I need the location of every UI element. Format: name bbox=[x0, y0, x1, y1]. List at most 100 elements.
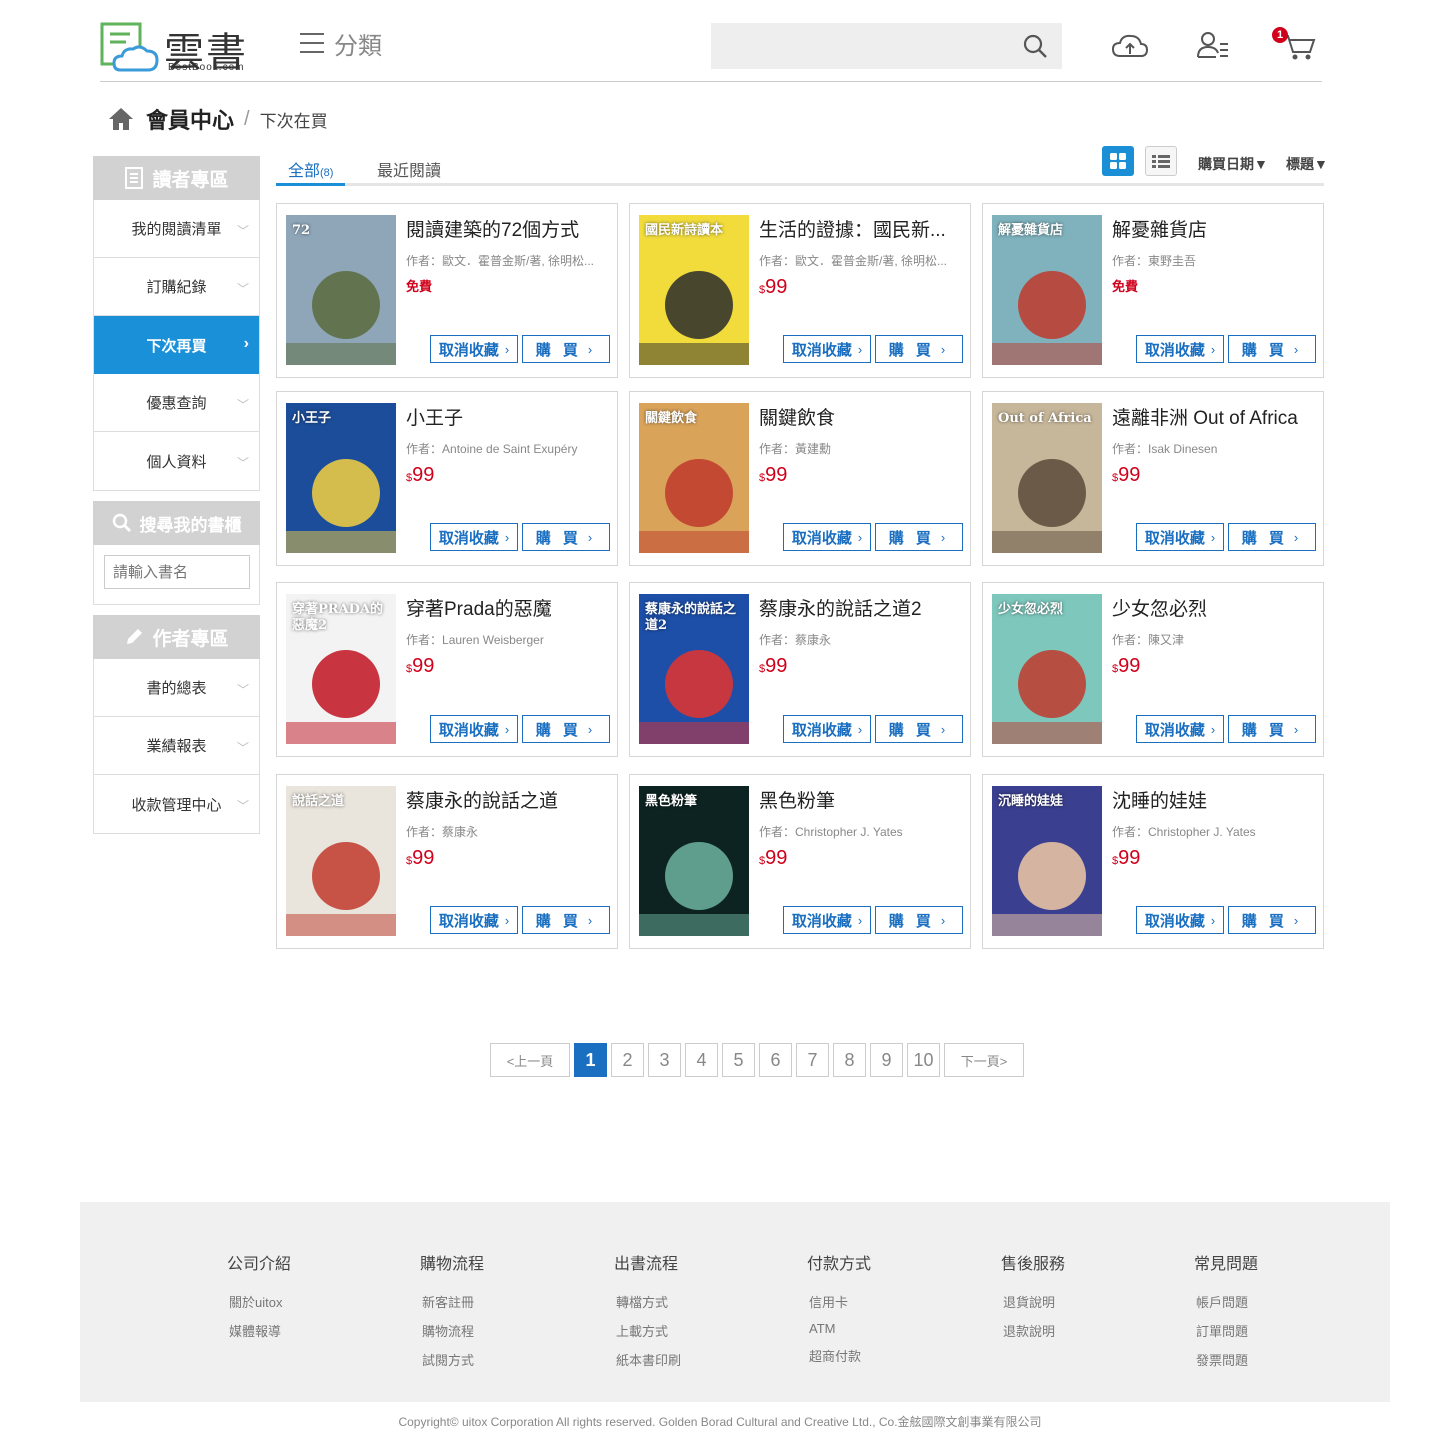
footer-link[interactable]: 發票問題 bbox=[1196, 1350, 1258, 1369]
search-icon[interactable] bbox=[1022, 33, 1048, 59]
buy-button[interactable]: 購 買 › bbox=[522, 715, 610, 743]
footer-link[interactable]: 信用卡 bbox=[809, 1292, 871, 1311]
book-title[interactable]: 沈睡的娃娃 bbox=[1112, 786, 1322, 813]
book-title[interactable]: 蔡康永的說話之道 bbox=[406, 786, 616, 813]
sidebar-item[interactable]: 訂購紀錄 ﹀ bbox=[94, 258, 259, 316]
sidebar-item[interactable]: 收款管理中心 ﹀ bbox=[94, 775, 259, 833]
site-logo[interactable]: 雲書 BestBook.com bbox=[100, 18, 260, 76]
footer-link[interactable]: 訂單問題 bbox=[1196, 1321, 1258, 1340]
page-number-button[interactable]: 7 bbox=[796, 1043, 829, 1077]
book-cover[interactable]: 關鍵飲食 bbox=[639, 403, 749, 553]
footer-link[interactable]: 新客註冊 bbox=[422, 1292, 484, 1311]
book-cover[interactable]: 沉睡的娃娃 bbox=[992, 786, 1102, 936]
book-cover[interactable]: 穿著PRADA的惡魔2 bbox=[286, 594, 396, 744]
sidebar-item[interactable]: 下次再買 › bbox=[94, 316, 259, 374]
sidebar-item[interactable]: 優惠查詢 ﹀ bbox=[94, 374, 259, 432]
sidebar-item[interactable]: 個人資料 ﹀ bbox=[94, 432, 259, 490]
buy-button[interactable]: 購 買 › bbox=[1228, 906, 1316, 934]
footer-link[interactable]: 退貨說明 bbox=[1003, 1292, 1065, 1311]
book-title[interactable]: 遠離非洲 Out of Africa bbox=[1112, 403, 1322, 430]
remove-favorite-button[interactable]: 取消收藏 › bbox=[783, 906, 871, 934]
remove-favorite-button[interactable]: 取消收藏 › bbox=[430, 906, 518, 934]
buy-button[interactable]: 購 買 › bbox=[1228, 523, 1316, 551]
footer-link[interactable]: 上載方式 bbox=[616, 1321, 681, 1340]
sidebar-item[interactable]: 書的總表 ﹀ bbox=[94, 659, 259, 717]
sidebar-item[interactable]: 我的閱讀清單 ﹀ bbox=[94, 200, 259, 258]
book-cover[interactable]: 72 bbox=[286, 215, 396, 365]
footer-link[interactable]: 退款說明 bbox=[1003, 1321, 1065, 1340]
cloud-upload-icon[interactable] bbox=[1110, 30, 1150, 62]
page-number-button[interactable]: 1 bbox=[574, 1043, 607, 1077]
book-cover[interactable]: 少女忽必烈 bbox=[992, 594, 1102, 744]
book-cover[interactable]: 黑色粉筆 bbox=[639, 786, 749, 936]
book-title[interactable]: 解憂雜貨店 bbox=[1112, 215, 1322, 242]
remove-favorite-button[interactable]: 取消收藏 › bbox=[1136, 906, 1224, 934]
buy-button[interactable]: 購 買 › bbox=[875, 335, 963, 363]
page-number-button[interactable]: 8 bbox=[833, 1043, 866, 1077]
book-cover[interactable]: 蔡康永的說話之道2 bbox=[639, 594, 749, 744]
remove-favorite-button[interactable]: 取消收藏 › bbox=[783, 523, 871, 551]
footer-link[interactable]: 購物流程 bbox=[422, 1321, 484, 1340]
cart-button[interactable]: 1 bbox=[1272, 27, 1320, 62]
remove-favorite-button[interactable]: 取消收藏 › bbox=[783, 715, 871, 743]
buy-button[interactable]: 購 買 › bbox=[875, 523, 963, 551]
footer-link[interactable]: 媒體報導 bbox=[229, 1321, 291, 1340]
book-cover[interactable]: 國民新詩讀本 bbox=[639, 215, 749, 365]
breadcrumb-member-center[interactable]: 會員中心 bbox=[146, 103, 234, 135]
remove-favorite-button[interactable]: 取消收藏 › bbox=[1136, 335, 1224, 363]
book-cover[interactable]: 說話之道 bbox=[286, 786, 396, 936]
book-title[interactable]: 穿著Prada的惡魔 bbox=[406, 594, 616, 621]
footer-link[interactable]: 超商付款 bbox=[809, 1346, 871, 1365]
shelf-search-input[interactable] bbox=[104, 555, 250, 589]
page-number-button[interactable]: 2 bbox=[611, 1043, 644, 1077]
footer-link[interactable]: 紙本書印刷 bbox=[616, 1350, 681, 1369]
book-title[interactable]: 關鍵飲食 bbox=[759, 403, 969, 430]
buy-button[interactable]: 購 買 › bbox=[522, 335, 610, 363]
tab-recent[interactable]: 最近閱讀 bbox=[377, 157, 441, 186]
book-title[interactable]: 閱讀建築的72個方式 bbox=[406, 215, 616, 242]
tab-all[interactable]: 全部(8) bbox=[276, 157, 346, 186]
sort-by-purchase-date[interactable]: 購買日期▼ bbox=[1198, 154, 1268, 174]
category-menu-button[interactable]: 分類 bbox=[300, 28, 382, 60]
footer-link[interactable]: 關於uitox bbox=[229, 1292, 291, 1311]
page-number-button[interactable]: 5 bbox=[722, 1043, 755, 1077]
next-page-button[interactable]: 下一頁> bbox=[944, 1043, 1024, 1077]
footer-link[interactable]: ATM bbox=[809, 1321, 871, 1336]
page-number-button[interactable]: 3 bbox=[648, 1043, 681, 1077]
sort-by-title[interactable]: 標題▼ bbox=[1286, 154, 1328, 174]
book-title[interactable]: 少女忽必烈 bbox=[1112, 594, 1322, 621]
buy-button[interactable]: 購 買 › bbox=[875, 715, 963, 743]
remove-favorite-button[interactable]: 取消收藏 › bbox=[430, 715, 518, 743]
list-view-button[interactable] bbox=[1145, 146, 1177, 176]
user-account-icon[interactable] bbox=[1194, 30, 1234, 62]
prev-page-button[interactable]: <上一頁 bbox=[490, 1043, 570, 1077]
book-title[interactable]: 蔡康永的說話之道2 bbox=[759, 594, 969, 621]
footer-link[interactable]: 轉檔方式 bbox=[616, 1292, 681, 1311]
remove-favorite-button[interactable]: 取消收藏 › bbox=[1136, 523, 1224, 551]
home-icon[interactable] bbox=[108, 106, 134, 132]
remove-favorite-button[interactable]: 取消收藏 › bbox=[1136, 715, 1224, 743]
remove-favorite-button[interactable]: 取消收藏 › bbox=[430, 523, 518, 551]
book-title[interactable]: 生活的證據：國民新... bbox=[759, 215, 969, 242]
book-title[interactable]: 小王子 bbox=[406, 403, 616, 430]
remove-favorite-button[interactable]: 取消收藏 › bbox=[430, 335, 518, 363]
book-cover[interactable]: Out of Africa bbox=[992, 403, 1102, 553]
footer-link[interactable]: 試閱方式 bbox=[422, 1350, 484, 1369]
buy-button[interactable]: 購 買 › bbox=[1228, 715, 1316, 743]
buy-button[interactable]: 購 買 › bbox=[875, 906, 963, 934]
book-cover[interactable]: 解憂雜貨店 bbox=[992, 215, 1102, 365]
book-title[interactable]: 黑色粉筆 bbox=[759, 786, 969, 813]
grid-view-button[interactable] bbox=[1102, 146, 1134, 176]
buy-button[interactable]: 購 買 › bbox=[1228, 335, 1316, 363]
buy-button[interactable]: 購 買 › bbox=[522, 906, 610, 934]
footer-link[interactable]: 帳戶問題 bbox=[1196, 1292, 1258, 1311]
page-number-button[interactable]: 4 bbox=[685, 1043, 718, 1077]
sidebar-item[interactable]: 業績報表 ﹀ bbox=[94, 717, 259, 775]
search-input[interactable] bbox=[711, 23, 1001, 69]
page-number-button[interactable]: 6 bbox=[759, 1043, 792, 1077]
book-cover[interactable]: 小王子 bbox=[286, 403, 396, 553]
remove-favorite-button[interactable]: 取消收藏 › bbox=[783, 335, 871, 363]
page-number-button[interactable]: 10 bbox=[907, 1043, 940, 1077]
page-number-button[interactable]: 9 bbox=[870, 1043, 903, 1077]
buy-button[interactable]: 購 買 › bbox=[522, 523, 610, 551]
